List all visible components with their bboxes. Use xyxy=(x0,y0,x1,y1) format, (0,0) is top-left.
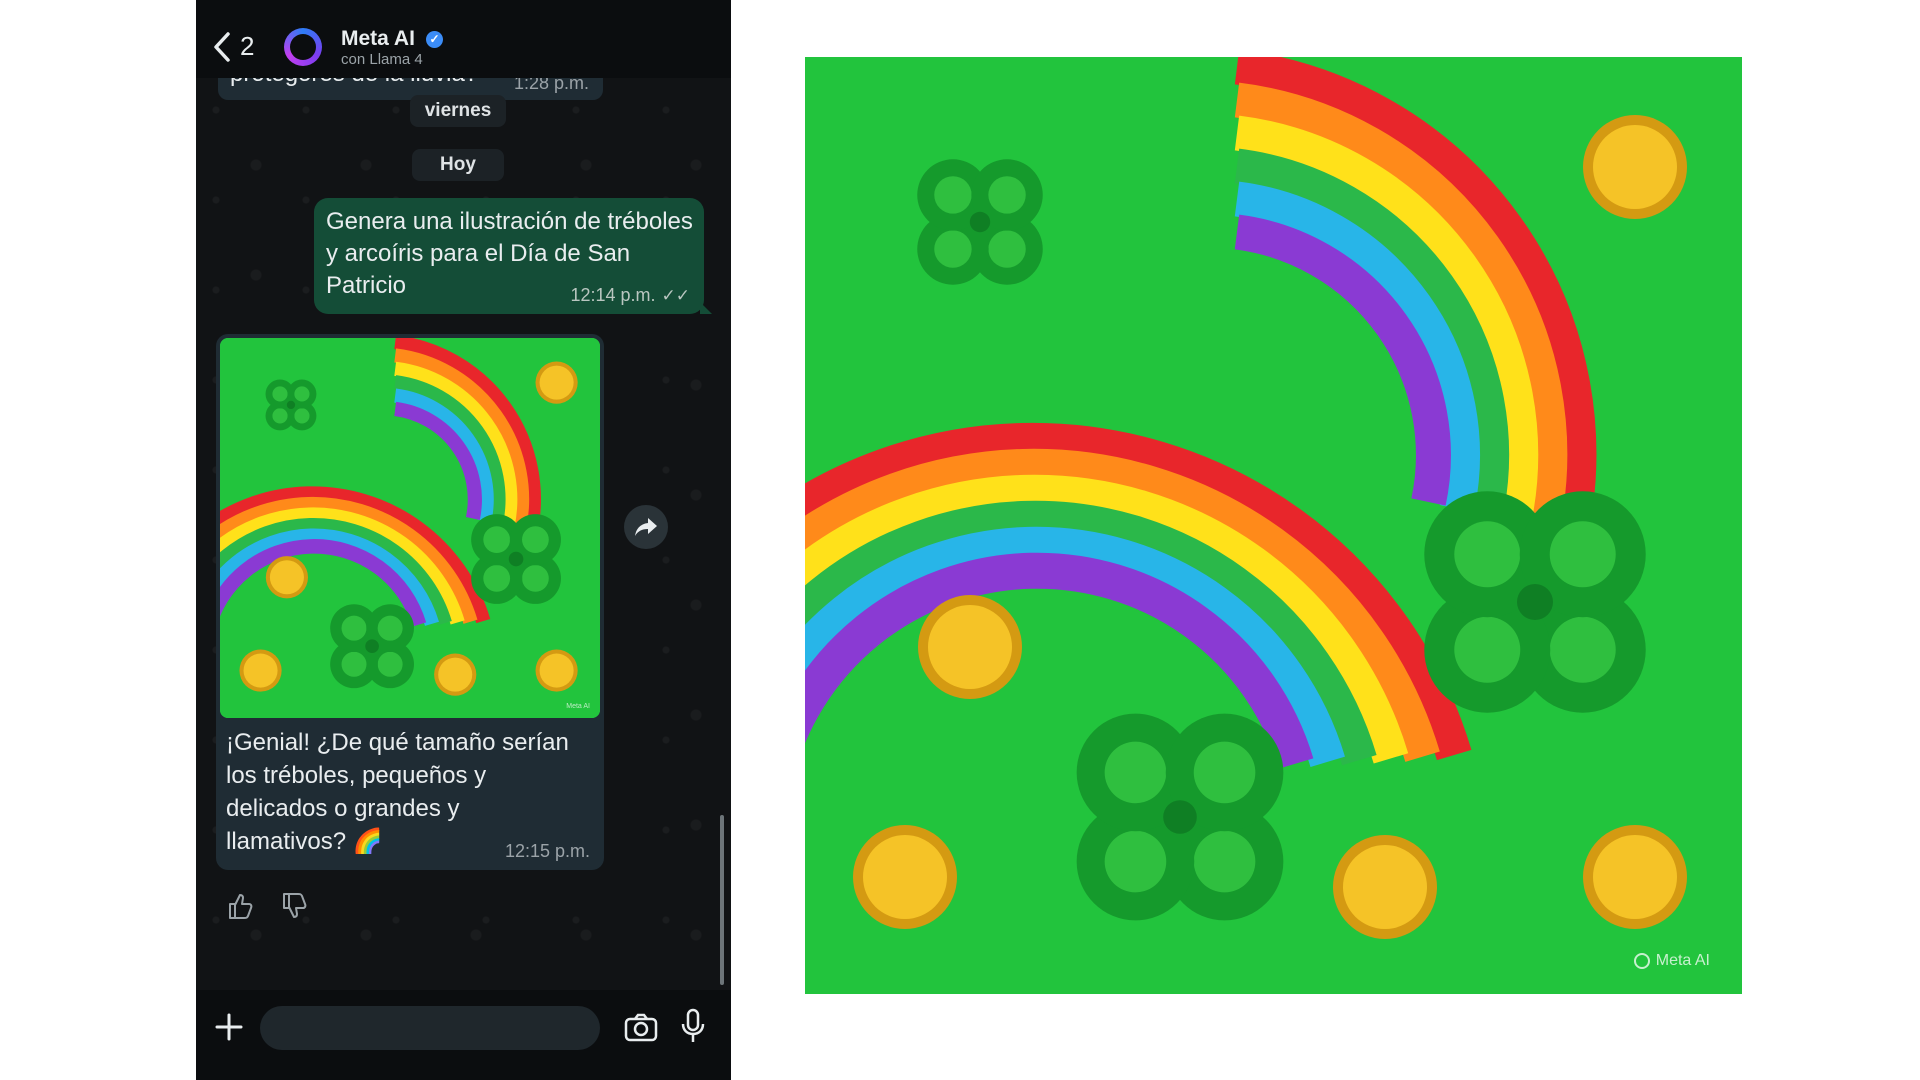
shamrock-leaf-highlight xyxy=(1454,616,1521,683)
shamrock-leaf-highlight xyxy=(988,230,1026,268)
contact-subtitle: con Llama 4 xyxy=(341,51,423,68)
shamrock-leaf-highlight xyxy=(294,408,310,424)
full-illustration xyxy=(805,57,1742,994)
double-check-icon: ✓✓ xyxy=(661,286,691,305)
date-divider-viernes: viernes xyxy=(410,95,506,127)
forward-icon[interactable] xyxy=(624,505,668,549)
mic-icon[interactable] xyxy=(680,1008,706,1044)
chat-screen: 2 Meta AI ✓ con Llama 4 protegores de la… xyxy=(196,0,731,1080)
user-message-meta: 12:14 p.m. ✓✓ xyxy=(570,285,690,306)
unread-count[interactable]: 2 xyxy=(240,31,254,62)
composer-bar xyxy=(196,990,731,1080)
thumbnail-illustration xyxy=(220,338,600,718)
generated-image-thumbnail[interactable]: Meta AI xyxy=(220,338,600,718)
shamrock-leaf-highlight xyxy=(988,176,1026,214)
shamrock-leaf-highlight xyxy=(341,615,367,641)
shamrock-leaf-highlight xyxy=(1104,741,1167,804)
chat-header: 2 Meta AI ✓ con Llama 4 xyxy=(196,0,731,78)
user-message-time: 12:14 p.m. xyxy=(570,285,656,305)
shamrock-leaf-highlight xyxy=(294,386,310,402)
shamrock-leaf-highlight xyxy=(483,564,511,592)
shamrock-center xyxy=(1163,800,1197,834)
chat-scrollbar[interactable] xyxy=(720,815,724,985)
gold-coin-face xyxy=(438,657,473,692)
gold-coin-face xyxy=(863,835,947,919)
shamrock-leaf-highlight xyxy=(1104,830,1167,893)
shamrock-leaf-highlight xyxy=(1549,616,1616,683)
thumbs-down-icon[interactable] xyxy=(278,890,310,922)
gold-coin-face xyxy=(1343,845,1427,929)
shamrock-leaf-highlight xyxy=(483,526,511,554)
verified-badge-icon: ✓ xyxy=(426,31,443,48)
ai-message-text: ¡Genial! ¿De qué tamaño serían los trébo… xyxy=(226,729,569,855)
shamrock-center xyxy=(1517,584,1553,620)
gold-coin-face xyxy=(539,653,574,688)
image-watermark: Meta AI xyxy=(1633,952,1710,970)
back-arrow-icon[interactable] xyxy=(210,30,236,64)
meta-ai-ring-icon xyxy=(1633,953,1650,969)
shamrock-leaf-highlight xyxy=(522,526,549,554)
shamrock-leaf-highlight xyxy=(934,230,972,268)
shamrock-leaf-highlight xyxy=(934,176,972,214)
shamrock-leaf-highlight xyxy=(1454,521,1521,588)
generated-image-full: Meta AI xyxy=(805,57,1742,994)
shamrock-leaf-highlight xyxy=(1193,741,1256,804)
shamrock-center xyxy=(365,639,379,654)
shamrock-leaf-highlight xyxy=(377,651,403,677)
gold-coin-face xyxy=(1593,125,1677,209)
camera-icon[interactable] xyxy=(624,1012,658,1042)
plus-icon[interactable] xyxy=(214,1012,244,1042)
shamrock-leaf-highlight xyxy=(272,408,288,424)
meta-ai-avatar[interactable] xyxy=(284,28,322,66)
gold-coin-face xyxy=(269,560,304,595)
shamrock-leaf-highlight xyxy=(1549,521,1616,588)
thumbnail-watermark: Meta AI xyxy=(566,703,590,710)
shamrock-center xyxy=(508,551,524,567)
gold-coin-face xyxy=(539,365,574,400)
date-divider-hoy: Hoy xyxy=(412,149,504,181)
shamrock-leaf-highlight xyxy=(522,564,549,592)
thumbs-up-icon[interactable] xyxy=(224,890,256,922)
shamrock-leaf-highlight xyxy=(341,651,367,677)
user-message-bubble[interactable]: Genera una ilustración de tréboles y arc… xyxy=(314,198,712,314)
ai-message-time: 12:15 p.m. xyxy=(504,841,590,861)
shamrock-leaf-highlight xyxy=(272,386,288,402)
gold-coin-face xyxy=(1593,835,1677,919)
image-watermark-text: Meta AI xyxy=(1655,952,1710,969)
contact-name[interactable]: Meta AI xyxy=(341,27,415,51)
shamrock-center xyxy=(286,400,296,410)
gold-coin-face xyxy=(243,653,278,688)
shamrock-center xyxy=(969,211,991,233)
message-input[interactable] xyxy=(260,1006,600,1050)
ai-message-bubble[interactable]: Meta AI ¡Genial! ¿De qué tamaño serían l… xyxy=(216,334,604,870)
shamrock-leaf-highlight xyxy=(377,615,403,641)
gold-coin-face xyxy=(928,605,1012,689)
shamrock-leaf-highlight xyxy=(1193,830,1256,893)
